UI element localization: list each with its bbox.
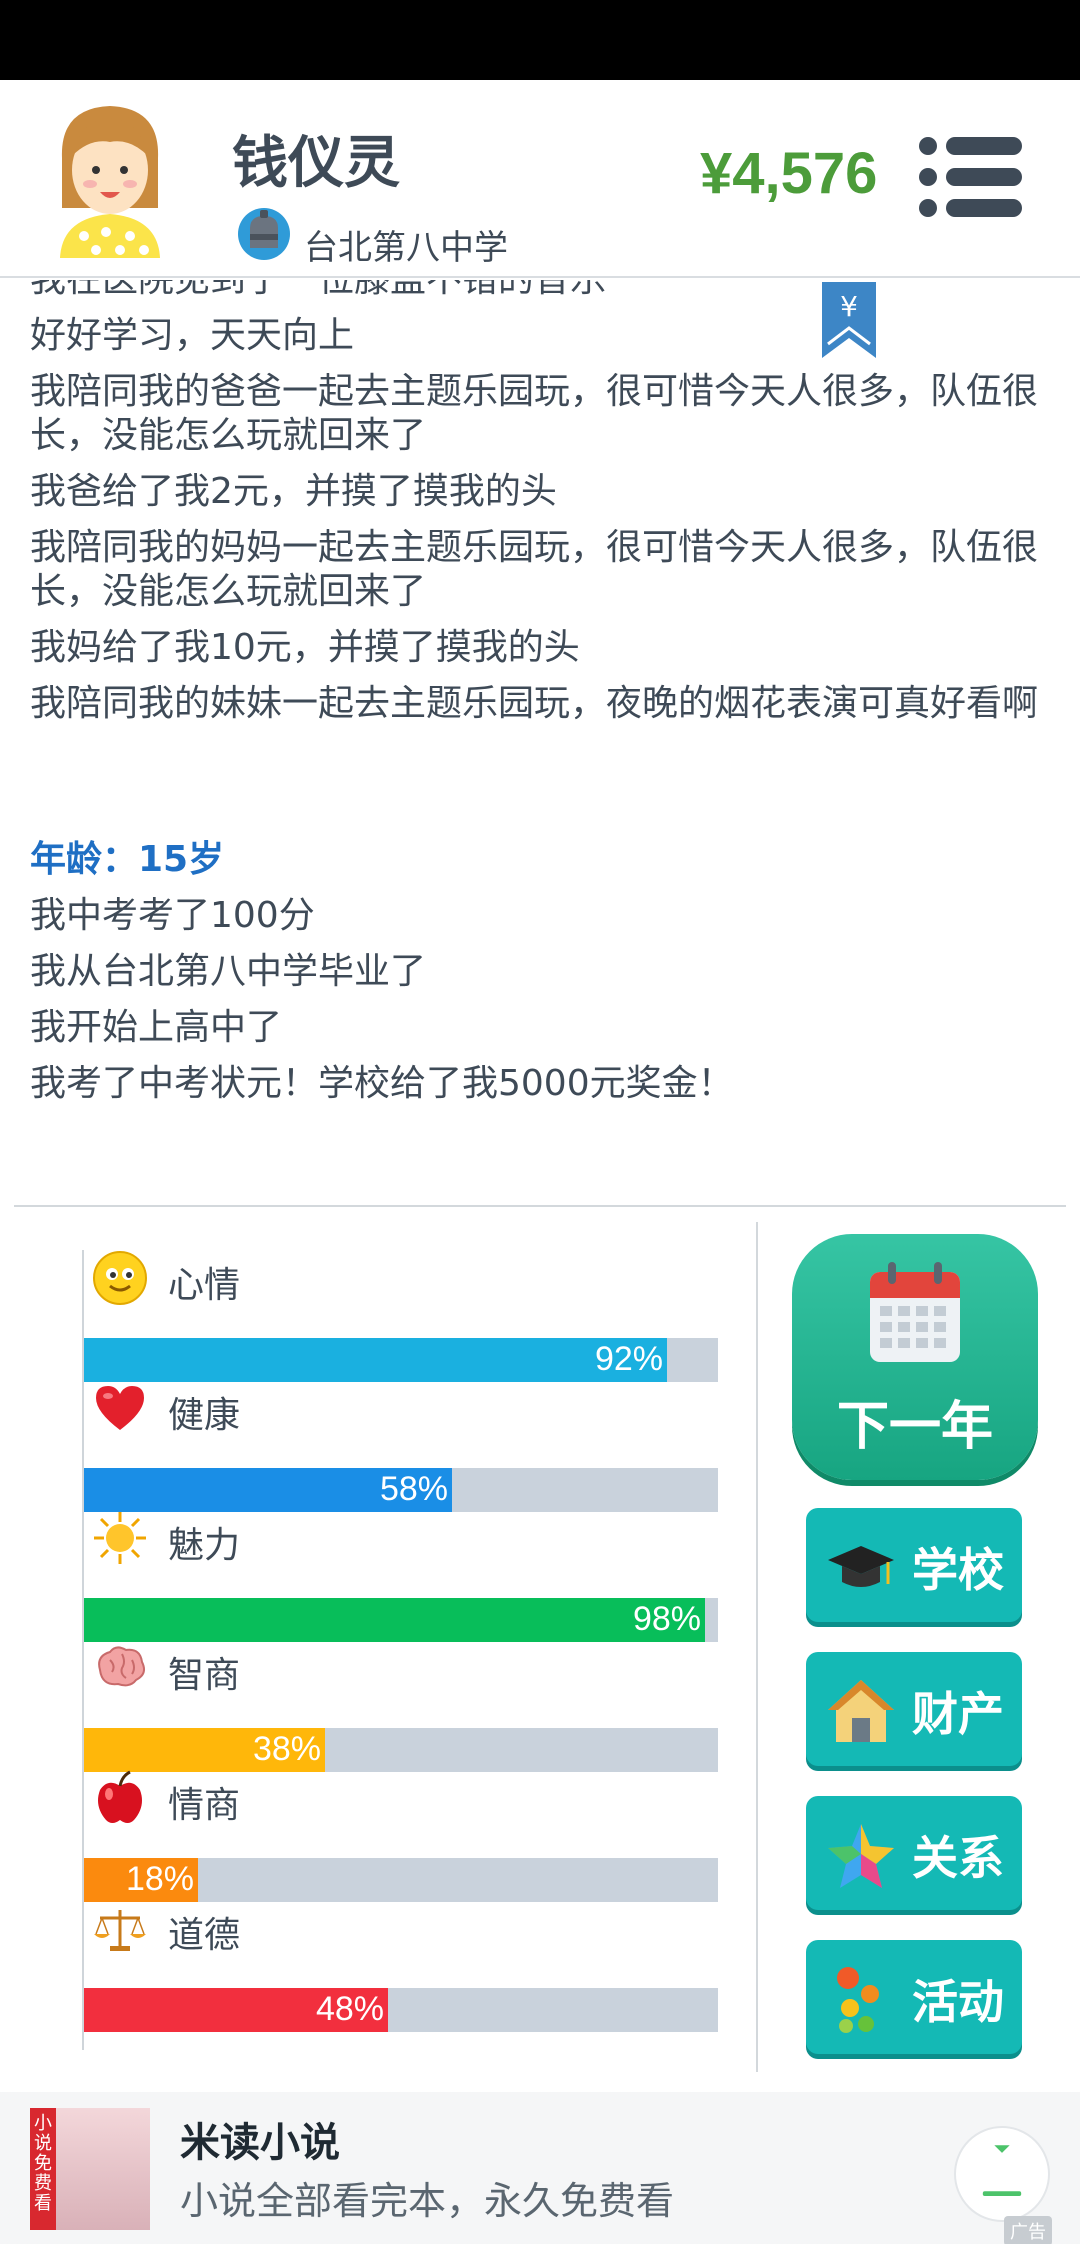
log-line: 我妈给了我10元，并摸了摸我的头 bbox=[30, 627, 580, 668]
log-line: 我爸给了我2元，并摸了摸我的头 bbox=[30, 471, 557, 512]
stat-label: 道德 bbox=[168, 1915, 241, 1956]
event-log[interactable]: 我在医院见到了一位膝盖不错的音乐 好好学习，天天向上 我陪同我的爸爸一起去主题乐… bbox=[0, 280, 1080, 1205]
log-line: 我考了中考状元！学校给了我5000元奖金！ bbox=[30, 1063, 734, 1104]
calendar-icon bbox=[870, 1262, 960, 1362]
property-button[interactable]: 财产 bbox=[806, 1652, 1022, 1766]
stat-label: 情商 bbox=[168, 1785, 241, 1826]
stat-bar-fill bbox=[84, 1338, 667, 1382]
next-year-label: 下一年 bbox=[836, 1397, 993, 1457]
log-line: 我开始上高中了 bbox=[30, 1007, 283, 1048]
status-bar bbox=[0, 0, 1080, 80]
stat-bar-fill bbox=[84, 1598, 705, 1642]
stat-percent: 18% bbox=[125, 1860, 194, 1898]
player-name: 钱仪灵 bbox=[232, 131, 400, 196]
heart-icon bbox=[96, 1386, 144, 1430]
money-display: ¥4,576 bbox=[700, 141, 878, 206]
brain-icon bbox=[98, 1646, 145, 1687]
smiley-icon bbox=[93, 1251, 147, 1305]
graduation-cap-icon bbox=[828, 1546, 894, 1587]
event-log-content: 我在医院见到了一位膝盖不错的音乐 好好学习，天天向上 我陪同我的爸爸一起去主题乐… bbox=[30, 280, 1040, 1118]
log-line: 我在医院见到了一位膝盖不错的音乐 bbox=[30, 280, 1040, 302]
stat-percent: 98% bbox=[632, 1600, 701, 1638]
stat-percent: 38% bbox=[252, 1730, 321, 1768]
avatar bbox=[60, 106, 160, 258]
activities-button[interactable]: 活动 bbox=[806, 1940, 1022, 2054]
stats-panel: 心情 92% 健康 58% 魅力 98% 智商 38% 情商 18% 道德 48… bbox=[82, 1250, 718, 2050]
scales-icon bbox=[94, 1910, 146, 1951]
ad-thumbnail: 小说免费看 bbox=[30, 2108, 150, 2230]
star-icon bbox=[828, 1824, 894, 1888]
ad-description: 小说全部看完本，永久免费看 bbox=[180, 2179, 675, 2223]
stat-charm: 魅力 98% bbox=[84, 1510, 720, 1642]
school-bag-icon bbox=[238, 208, 290, 260]
download-icon[interactable] bbox=[954, 2126, 1050, 2222]
stat-percent: 48% bbox=[315, 1990, 384, 2028]
ad-title: 米读小说 bbox=[180, 2120, 340, 2166]
ad-thumbnail-tag: 小说免费看 bbox=[30, 2108, 56, 2230]
ad-badge: 广告 bbox=[1004, 2216, 1052, 2244]
school-button-label: 学校 bbox=[912, 1543, 1004, 1597]
menu-icon[interactable] bbox=[918, 136, 1024, 218]
stat-label: 智商 bbox=[168, 1655, 241, 1696]
next-year-button[interactable]: 下一年 bbox=[792, 1234, 1038, 1480]
stat-label: 魅力 bbox=[168, 1525, 241, 1566]
stat-bar: 58% bbox=[84, 1468, 718, 1512]
stat-mood: 心情 92% bbox=[84, 1250, 720, 1382]
stat-percent: 58% bbox=[379, 1470, 448, 1508]
bookmark-symbol: ¥ bbox=[840, 290, 858, 323]
stat-label: 健康 bbox=[168, 1395, 241, 1436]
log-line: 好好学习，天天向上 bbox=[30, 315, 355, 356]
vertical-divider bbox=[756, 1222, 758, 2072]
relations-button[interactable]: 关系 bbox=[806, 1796, 1022, 1910]
property-button-label: 财产 bbox=[912, 1687, 1004, 1741]
log-line: 我陪同我的妹妹一起去主题乐园玩，夜晚的烟花表演可真好看啊 bbox=[30, 683, 1039, 724]
stat-bar: 48% bbox=[84, 1988, 718, 2032]
relations-button-label: 关系 bbox=[912, 1831, 1004, 1885]
stat-eq: 情商 18% bbox=[84, 1770, 720, 1902]
stat-iq: 智商 38% bbox=[84, 1640, 720, 1772]
log-lines-before: 好好学习，天天向上 我陪同我的爸爸一起去主题乐园玩，很可惜今天人很多，队伍很长，… bbox=[30, 314, 1040, 726]
stat-health: 健康 58% bbox=[84, 1380, 720, 1512]
stat-bar: 18% bbox=[84, 1858, 718, 1902]
ad-banner[interactable]: 小说免费看 米读小说 小说全部看完本，永久免费看 bbox=[0, 2092, 1080, 2244]
log-line: 我从台北第八中学毕业了 bbox=[30, 951, 427, 992]
money-bookmark-icon[interactable]: ¥ bbox=[822, 282, 876, 358]
divider bbox=[14, 1205, 1066, 1207]
stat-bar: 92% bbox=[84, 1338, 718, 1382]
header: 钱仪灵 台北第八中学 ¥4,576 bbox=[0, 80, 1080, 278]
log-line: 我中考考了100分 bbox=[30, 895, 315, 936]
activities-dots-icon bbox=[837, 1967, 879, 2033]
stat-bar: 38% bbox=[84, 1728, 718, 1772]
school-button[interactable]: 学校 bbox=[806, 1508, 1022, 1622]
stat-bar: 98% bbox=[84, 1598, 718, 1642]
log-line: 我陪同我的妈妈一起去主题乐园玩，很可惜今天人很多，队伍很长，没能怎么玩就回来了 bbox=[30, 527, 1039, 612]
stat-label: 心情 bbox=[168, 1265, 241, 1306]
house-icon bbox=[828, 1680, 894, 1742]
log-spacer bbox=[30, 738, 1040, 838]
stat-morality: 道德 48% bbox=[84, 1900, 720, 2032]
log-lines-after: 我中考考了100分 我从台北第八中学毕业了 我开始上高中了 我考了中考状元！学校… bbox=[30, 894, 1040, 1106]
school-name: 台北第八中学 bbox=[304, 228, 508, 268]
activities-button-label: 活动 bbox=[912, 1975, 1004, 2029]
log-line: 我陪同我的爸爸一起去主题乐园玩，很可惜今天人很多，队伍很长，没能怎么玩就回来了 bbox=[30, 371, 1039, 456]
age-heading: 年龄：15岁 bbox=[30, 839, 225, 880]
apple-icon bbox=[98, 1770, 142, 1823]
stat-percent: 92% bbox=[594, 1340, 663, 1378]
sun-icon bbox=[94, 1512, 146, 1564]
